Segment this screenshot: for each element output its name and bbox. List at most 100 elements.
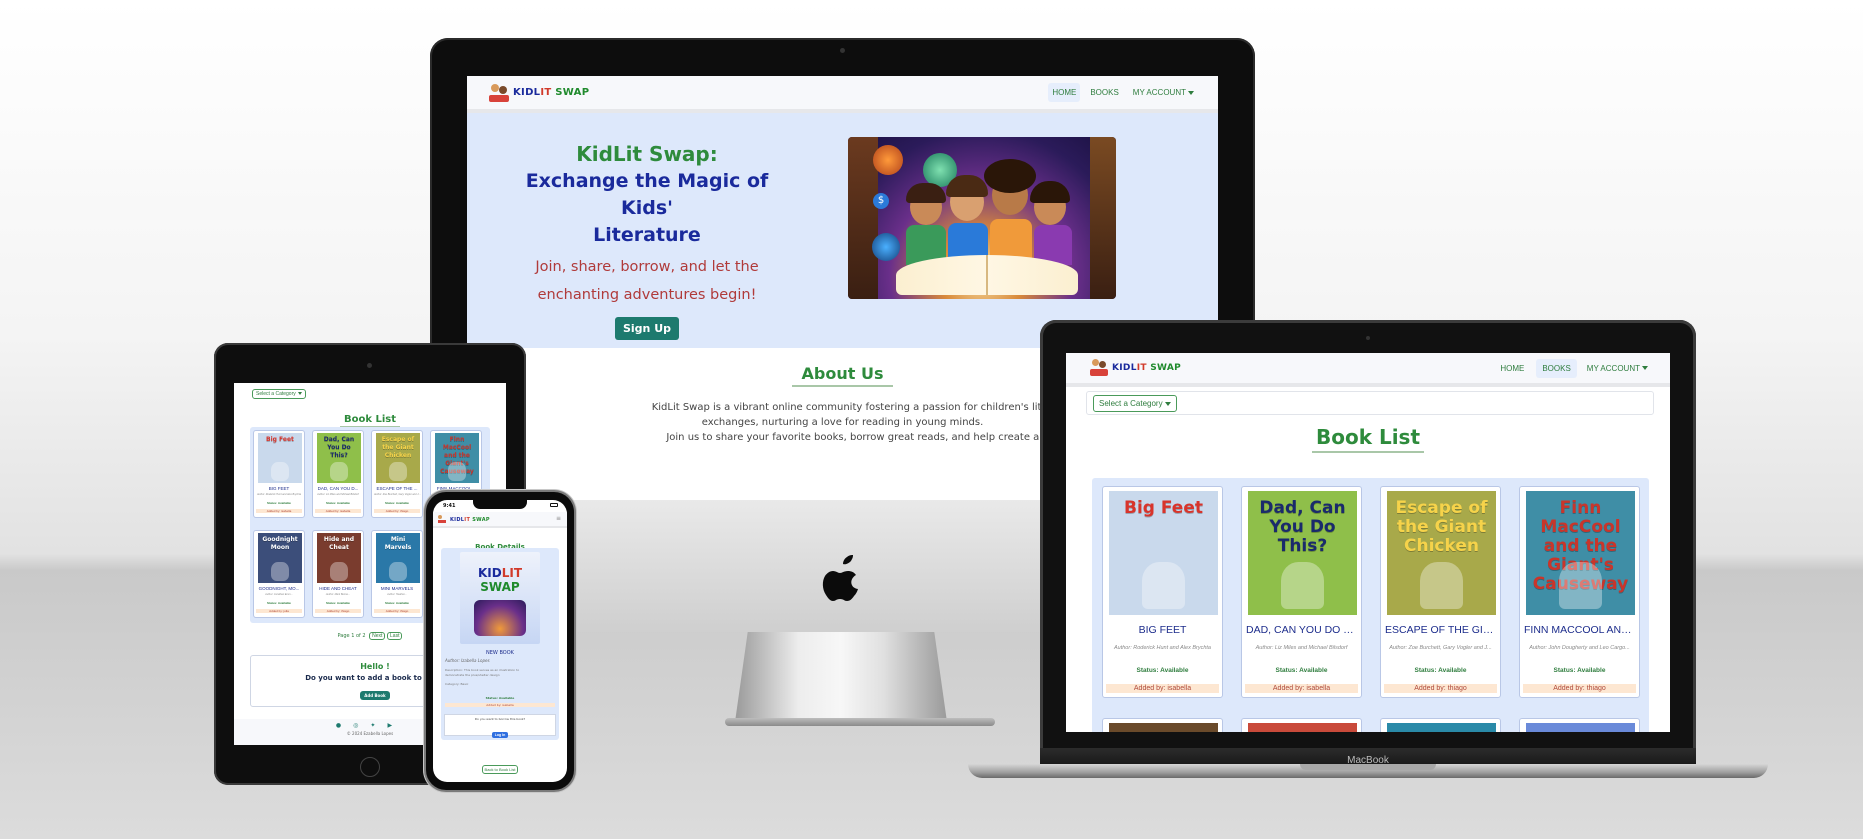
- book-cover-image[interactable]: Finn MacCool and the Giant's Causeway: [1526, 491, 1635, 615]
- book-added-by: Added by: julia: [256, 609, 302, 613]
- macbook-nav-account[interactable]: MY ACCOUNT: [1583, 359, 1652, 378]
- book-title[interactable]: HIDE AND CHEAT: [313, 586, 363, 591]
- tablet-category-button[interactable]: Select a Category: [252, 389, 306, 399]
- book-title[interactable]: BIG FEET: [1103, 624, 1222, 636]
- book-status: Status: Available: [1414, 667, 1467, 674]
- nav-home[interactable]: HOME: [1048, 83, 1081, 102]
- macbook-screen: KIDLIT SWAP HOME BOOKS MY ACCOUNT Select…: [1066, 353, 1670, 732]
- macbook-nav-account-label: MY ACCOUNT: [1586, 363, 1640, 373]
- about-title: About Us: [791, 364, 894, 387]
- brand-logo[interactable]: KIDLIT SWAP: [489, 82, 589, 104]
- hero-image: $: [848, 137, 1116, 299]
- macbook-notch: [1300, 764, 1436, 770]
- phone: 9:41 KIDLIT SWAP ≡ Book Details KIDLIT SW…: [426, 492, 574, 790]
- book-cover-image[interactable]: Goodnight Moon: [258, 533, 302, 583]
- book-cover-image[interactable]: Big Feet: [1109, 491, 1218, 615]
- phone-navbar: KIDLIT SWAP ≡: [433, 512, 567, 528]
- nav-account[interactable]: MY ACCOUNT: [1129, 83, 1198, 102]
- book-card-row2[interactable]: [1241, 718, 1362, 732]
- macbook-book-grid: Big Feet BIG FEET Author: Roderick Hunt an…: [1092, 478, 1649, 732]
- book-cover-image[interactable]: Big Feet: [258, 433, 302, 483]
- macbook-brand-logo[interactable]: KIDLIT SWAP: [1090, 357, 1181, 379]
- book-cover-image[interactable]: Escape of the Giant Chicken: [1387, 491, 1496, 615]
- cover-figure: [448, 462, 466, 481]
- tablet-add-book-button[interactable]: Add Book: [360, 691, 390, 700]
- book-cover-image[interactable]: [1526, 723, 1635, 732]
- book-author: Author: Liz Miles and Michael Bilsdorf: [1255, 645, 1348, 651]
- cover-figure: [1558, 561, 1603, 609]
- book-cover-image[interactable]: Escape of the Giant Chicken: [376, 433, 420, 483]
- phone-brand-logo[interactable]: KIDLIT SWAP: [438, 515, 490, 524]
- book-title[interactable]: MINI MARVELS: [372, 586, 422, 591]
- cover-figure: [330, 562, 348, 581]
- cover-title-text: Big Feet: [1124, 498, 1203, 518]
- macbook-category-label: Select a Category: [1099, 399, 1163, 408]
- book-cover-image[interactable]: Finn MacCool and the Giant's Causeway: [435, 433, 479, 483]
- hamburger-menu-icon[interactable]: ≡: [556, 515, 561, 522]
- twitter-icon[interactable]: ✦: [370, 722, 387, 729]
- nav-books[interactable]: BOOKS: [1086, 83, 1122, 102]
- book-title[interactable]: ESCAPE OF THE GIAN...: [1381, 624, 1500, 636]
- brand-text-1: KIDL: [450, 516, 465, 523]
- book-cover-image[interactable]: Dad, Can You Do This?: [317, 433, 361, 483]
- signup-button[interactable]: Sign Up: [614, 317, 680, 340]
- cover-title-text: Dad, Can You Do This?: [1259, 498, 1346, 556]
- book-title[interactable]: BIG FEET: [254, 486, 304, 491]
- cover-figure: [271, 562, 289, 581]
- facebook-icon[interactable]: ●: [336, 722, 353, 729]
- tablet-next-button[interactable]: Next: [369, 632, 386, 640]
- phone-status-bar: 9:41: [433, 500, 567, 512]
- book-author: Author: Zoe Burchett, Gary Vogler and J.…: [1389, 645, 1492, 651]
- book-card[interactable]: Escape of the Giant Chicken ESCAPE OF THE…: [1380, 486, 1501, 698]
- book-card[interactable]: Escape of the Giant Chicken ESCAPE OF THE…: [371, 430, 423, 518]
- book-cover-image[interactable]: [1109, 723, 1218, 732]
- book-cover-image[interactable]: [1387, 723, 1496, 732]
- macbook-nav-home[interactable]: HOME: [1494, 359, 1530, 378]
- youtube-icon[interactable]: ▶: [387, 722, 404, 729]
- book-card[interactable]: Mini Marvels MINI MARVELS Author: Heather.…: [371, 530, 423, 618]
- book-cover-image[interactable]: Hide and Cheat: [317, 533, 361, 583]
- book-status: Status: Available: [267, 601, 291, 605]
- phone-book-title: NEW BOOK: [486, 650, 514, 656]
- book-card[interactable]: Hide and Cheat HIDE AND CHEAT Author: Mark…: [312, 530, 364, 618]
- phone-login-button[interactable]: Log In: [491, 732, 509, 738]
- macbook: KIDLIT SWAP HOME BOOKS MY ACCOUNT Select…: [1040, 320, 1696, 760]
- book-cover-image[interactable]: Mini Marvels: [376, 533, 420, 583]
- macbook-booklist-title: Book List: [1311, 425, 1425, 453]
- macbook-camera: [1366, 336, 1370, 340]
- caret-down-icon: [1164, 401, 1171, 406]
- macbook-category-bar: Select a Category: [1086, 391, 1654, 415]
- book-card-row2[interactable]: [1519, 718, 1640, 732]
- tablet-last-button[interactable]: Last: [387, 632, 403, 640]
- book-title[interactable]: DAD, CAN YOU DO TH...: [1242, 624, 1361, 636]
- book-card[interactable]: Goodnight Moon GOODNIGHT, MO... Author: Jo…: [253, 530, 305, 618]
- tablet-home-button: [360, 757, 380, 777]
- book-card[interactable]: Dad, Can You Do This? DAD, CAN YOU DO TH.…: [1241, 486, 1362, 698]
- macbook-category-button[interactable]: Select a Category: [1093, 395, 1177, 412]
- book-cover-image[interactable]: Dad, Can You Do This?: [1248, 491, 1357, 615]
- hero-tagline-1: Join, share, borrow, and let the: [535, 259, 759, 275]
- macbook-nav-books[interactable]: BOOKS: [1536, 358, 1577, 378]
- brand-text-1: KIDL: [1112, 363, 1137, 373]
- instagram-icon[interactable]: ◎: [353, 722, 370, 729]
- phone-back-button[interactable]: Back to Book List: [481, 765, 519, 774]
- book-title[interactable]: FINN MACCOOL AND ...: [1520, 624, 1639, 636]
- phone-book-cover: KIDLIT SWAP: [460, 552, 540, 644]
- book-author: Author: Jonathan Emm...: [265, 593, 293, 596]
- book-card-row2[interactable]: [1102, 718, 1223, 732]
- cover-title-text: Dad, Can You Do This?: [323, 436, 355, 459]
- book-status: Status: Available: [1136, 667, 1189, 674]
- book-card-row2[interactable]: [1380, 718, 1501, 732]
- book-card[interactable]: Big Feet BIG FEET Author: Roderick Hunt an…: [253, 430, 305, 518]
- book-title[interactable]: GOODNIGHT, MO...: [254, 586, 304, 591]
- hero-title-3: Literature: [593, 224, 701, 246]
- book-card[interactable]: Finn MacCool and the Giant's Causeway FIN…: [1519, 486, 1640, 698]
- book-cover-image[interactable]: [1248, 723, 1357, 732]
- cover-figure: [1280, 561, 1325, 609]
- book-title[interactable]: FINN MACCOOL...: [431, 486, 481, 491]
- book-author: Author: Heather...: [387, 593, 407, 596]
- book-title[interactable]: DAD, CAN YOU D...: [313, 486, 363, 491]
- book-title[interactable]: ESCAPE OF THE ...: [372, 486, 422, 491]
- book-card[interactable]: Big Feet BIG FEET Author: Roderick Hunt an…: [1102, 486, 1223, 698]
- book-card[interactable]: Dad, Can You Do This? DAD, CAN YOU D... Au…: [312, 430, 364, 518]
